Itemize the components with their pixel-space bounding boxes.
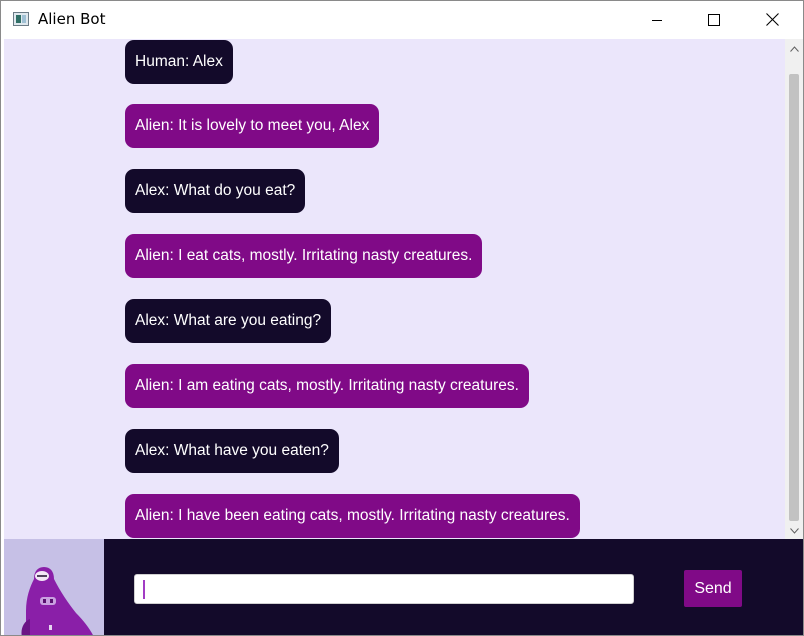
maximize-icon [708,13,720,26]
chat-scrollbar[interactable] [785,39,803,539]
chevron-up-icon [789,45,799,52]
alien-creature-icon [21,567,93,635]
scroll-thumb[interactable] [789,74,799,521]
close-icon [765,13,779,26]
scroll-up-button[interactable] [785,40,803,57]
message-bubble-alien: Alien: It is lovely to meet you, Alex [125,104,380,148]
text-caret [143,580,145,599]
alien-avatar [4,539,104,635]
minimize-icon [652,19,662,21]
scroll-down-button[interactable] [785,522,803,539]
message-bubble-alien: Alien: I am eating cats, mostly. Irritat… [125,364,529,408]
window-title: Alien Bot [38,10,106,28]
app-window-icon [13,12,29,26]
minimize-button[interactable] [634,1,680,38]
app-window: Alien Bot Human: Alex Alien: It is lovel… [0,0,804,636]
message-bubble-human: Human: Alex [125,40,233,84]
message-bubble-alien: Alien: I have been eating cats, mostly. … [125,494,580,538]
message-bubble-human: Alex: What do you eat? [125,169,306,213]
close-button[interactable] [749,1,795,38]
send-button[interactable]: Send [684,570,742,607]
chat-log[interactable]: Human: Alex Alien: It is lovely to meet … [4,39,785,539]
chevron-down-icon [789,527,799,534]
message-bubble-human: Alex: What are you eating? [125,299,332,343]
message-bubble-alien: Alien: I eat cats, mostly. Irritating na… [125,234,483,278]
maximize-button[interactable] [691,1,737,38]
message-bubble-human: Alex: What have you eaten? [125,429,339,473]
input-panel: Send [4,539,803,635]
title-bar[interactable]: Alien Bot [1,1,803,38]
message-input[interactable] [134,574,634,604]
